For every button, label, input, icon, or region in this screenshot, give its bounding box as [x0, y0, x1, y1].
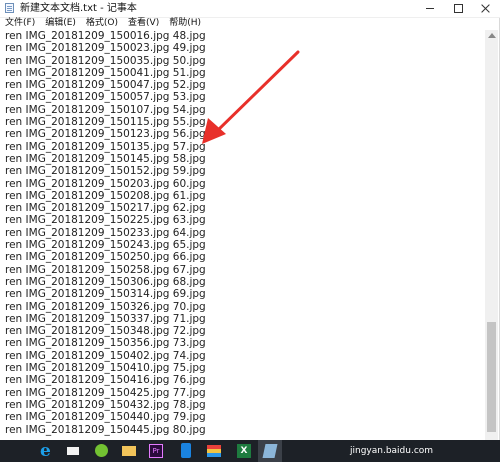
text-line: ren IMG_20181209_150348.jpg 72.jpg	[5, 325, 206, 338]
file-explorer-icon[interactable]	[118, 440, 140, 462]
menu-bar: 文件(F) 编辑(E) 格式(O) 查看(V) 帮助(H)	[0, 18, 206, 30]
browser-360-icon[interactable]	[90, 440, 112, 462]
text-line: ren IMG_20181209_150425.jpg 77.jpg	[5, 386, 206, 399]
text-line: ren IMG_20181209_150416.jpg 76.jpg	[5, 374, 206, 387]
text-line: ren IMG_20181209_150225.jpg 63.jpg	[5, 214, 206, 227]
text-line: ren IMG_20181209_150023.jpg 49.jpg	[5, 42, 206, 55]
annotation-arrow-icon	[202, 50, 300, 144]
minimize-icon[interactable]	[416, 0, 444, 17]
text-line: ren IMG_20181209_150356.jpg 73.jpg	[5, 337, 206, 350]
text-line: ren IMG_20181209_150410.jpg 75.jpg	[5, 362, 206, 375]
text-line: ren IMG_20181209_150047.jpg 52.jpg	[5, 79, 206, 92]
window-title: 新建文本文档.txt - 记事本	[20, 3, 137, 14]
menu-help[interactable]: 帮助(H)	[164, 18, 206, 30]
menu-file[interactable]: 文件(F)	[0, 18, 40, 30]
text-line: ren IMG_20181209_150016.jpg 48.jpg	[5, 30, 206, 42]
text-line: ren IMG_20181209_150243.jpg 65.jpg	[5, 239, 206, 252]
text-line: ren IMG_20181209_150440.jpg 79.jpg	[5, 411, 206, 424]
maximize-icon[interactable]	[444, 0, 472, 17]
text-line: ren IMG_20181209_150208.jpg 61.jpg	[5, 189, 206, 202]
text-line: ren IMG_20181209_150145.jpg 58.jpg	[5, 152, 206, 165]
menu-format[interactable]: 格式(O)	[81, 18, 123, 30]
text-line: ren IMG_20181209_150258.jpg 67.jpg	[5, 263, 206, 276]
mail-icon[interactable]	[62, 440, 84, 462]
text-line: ren IMG_20181209_150035.jpg 50.jpg	[5, 54, 206, 67]
text-line: ren IMG_20181209_150115.jpg 55.jpg	[5, 116, 206, 129]
watermark: jingyan.baidu.com	[350, 446, 434, 456]
premiere-icon[interactable]: Pr	[145, 440, 167, 462]
text-line: ren IMG_20181209_150135.jpg 57.jpg	[5, 140, 206, 153]
text-line: ren IMG_20181209_150203.jpg 60.jpg	[5, 177, 206, 190]
text-line: ren IMG_20181209_150250.jpg 66.jpg	[5, 251, 206, 264]
premiere-icon-label: Pr	[149, 444, 163, 458]
scroll-up-icon[interactable]	[488, 33, 496, 38]
menu-edit[interactable]: 编辑(E)	[40, 18, 81, 30]
edge-icon[interactable]: e	[36, 440, 58, 462]
notepad-icon	[5, 3, 14, 13]
window-controls	[416, 0, 500, 17]
text-line: ren IMG_20181209_150314.jpg 69.jpg	[5, 288, 206, 301]
text-line: ren IMG_20181209_150326.jpg 70.jpg	[5, 300, 206, 313]
text-line: ren IMG_20181209_150402.jpg 74.jpg	[5, 349, 206, 362]
text-line: ren IMG_20181209_150217.jpg 62.jpg	[5, 202, 206, 215]
text-lines: ren IMG_20181209_150016.jpg 48.jpg ren I…	[5, 30, 206, 436]
text-line: ren IMG_20181209_150337.jpg 71.jpg	[5, 312, 206, 325]
scrollbar-thumb[interactable]	[487, 322, 496, 432]
text-line: ren IMG_20181209_150123.jpg 56.jpg	[5, 128, 206, 141]
title-bar[interactable]: 新建文本文档.txt - 记事本	[0, 0, 500, 18]
excel-icon[interactable]: X	[233, 440, 255, 462]
text-line: ren IMG_20181209_150233.jpg 64.jpg	[5, 226, 206, 239]
menu-view[interactable]: 查看(V)	[123, 18, 164, 30]
phone-icon[interactable]	[175, 440, 197, 462]
close-icon[interactable]	[472, 0, 500, 17]
vertical-scrollbar[interactable]	[485, 30, 498, 440]
flag-app-icon[interactable]	[203, 440, 225, 462]
notepad-taskbar-icon[interactable]	[258, 440, 282, 462]
text-line: ren IMG_20181209_150057.jpg 53.jpg	[5, 91, 206, 104]
text-line: ren IMG_20181209_150107.jpg 54.jpg	[5, 103, 206, 116]
text-line: ren IMG_20181209_150445.jpg 80.jpg	[5, 423, 206, 436]
text-line: ren IMG_20181209_150152.jpg 59.jpg	[5, 165, 206, 178]
excel-icon-label: X	[237, 444, 251, 458]
text-line: ren IMG_20181209_150041.jpg 51.jpg	[5, 66, 206, 79]
edge-icon-glyph: e	[40, 441, 51, 461]
text-line: ren IMG_20181209_150306.jpg 68.jpg	[5, 275, 206, 288]
text-line: ren IMG_20181209_150432.jpg 78.jpg	[5, 398, 206, 411]
notepad-window: 新建文本文档.txt - 记事本 文件(F) 编辑(E) 格式(O) 查看(V)…	[0, 0, 500, 440]
